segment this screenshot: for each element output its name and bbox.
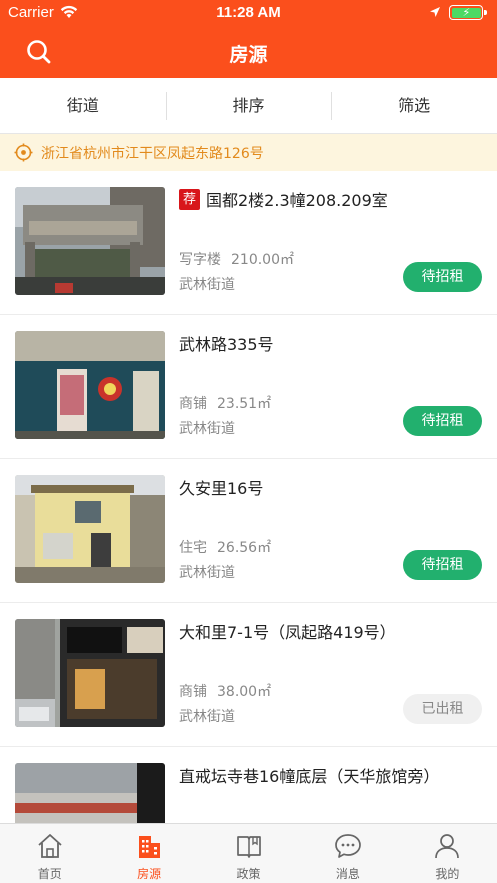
list-item[interactable]: 荐 国都2楼2.3幢208.209室 写字楼 210.00㎡ 武林街道 待招租 [0,171,497,315]
status-button[interactable]: 已出租 [403,694,482,724]
listing-street: 武林街道 [179,565,235,581]
listing-meta: 写字楼 210.00㎡ [179,249,294,269]
listing-type: 商铺 [179,396,207,412]
listing-title: 久安里16号 [179,475,263,499]
home-icon [38,834,62,858]
listing-meta: 住宅 26.56㎡ [179,537,271,557]
listing-title: 直戒坛寺巷16幢底层（天华旅馆旁） [179,763,439,787]
residence-photo [15,475,165,583]
listing-title: 荐 国都2楼2.3幢208.209室 [179,187,388,211]
tab-home[interactable]: 首页 [0,824,99,883]
status-button[interactable]: 待招租 [403,550,482,580]
tab-profile-label: 我的 [435,867,460,881]
tab-policy-label: 政策 [236,867,261,881]
listing-street: 武林街道 [179,421,235,437]
status-button[interactable]: 待招租 [403,406,482,436]
filter-sort[interactable]: 排序 [165,78,332,133]
listing-title-text: 武林路335号 [179,335,274,354]
filter-screen[interactable]: 筛选 [331,78,497,133]
listing-area: 38.00㎡ [217,684,272,700]
tab-home-label: 首页 [37,867,62,881]
listing-area: 26.56㎡ [217,540,272,556]
gate-photo [15,187,165,295]
listing-title-text: 国都2楼2.3幢208.209室 [206,191,388,210]
battery-icon: ⚡ [449,5,483,20]
page-title: 房源 [229,44,268,66]
list-item[interactable]: 久安里16号 住宅 26.56㎡ 武林街道 待招租 [0,459,497,603]
location-arrow-icon [430,7,440,17]
location-bar[interactable]: 浙江省杭州市江干区凤起东路126号 [0,134,497,171]
filter-bar: 街道 排序 筛选 [0,78,497,134]
tab-listings[interactable]: 房源 [99,824,198,883]
list-item[interactable]: 武林路335号 商铺 23.51㎡ 武林街道 待招租 [0,315,497,459]
status-bar: Carrier 11:28 AM ⚡ [0,0,497,26]
chat-icon [335,834,361,858]
listing-title-text: 直戒坛寺巷16幢底层（天华旅馆旁） [179,767,440,786]
listing-title-text: 久安里16号 [179,479,264,498]
current-address: 浙江省杭州市江干区凤起东路126号 [41,146,264,162]
listing-type: 住宅 [179,540,207,556]
tab-profile[interactable]: 我的 [398,824,497,883]
listing-meta: 商铺 38.00㎡ [179,681,271,701]
tab-listings-label: 房源 [137,867,162,881]
listing-title-text: 大和里7-1号（凤起路419号） [179,623,396,642]
filter-street[interactable]: 街道 [0,78,166,133]
tab-bar: 首页 房源 政策 消息 我的 [0,823,497,883]
listing-street: 武林街道 [179,277,235,293]
listing-area: 210.00㎡ [231,252,294,268]
book-icon [236,836,261,858]
listing-street: 武林街道 [179,709,235,725]
recommend-badge: 荐 [179,188,200,210]
battery-tip [484,10,487,15]
listing-title: 大和里7-1号（凤起路419号） [179,619,396,643]
listing-title: 武林路335号 [179,331,274,355]
listing-area: 23.51㎡ [217,396,272,412]
shopfront-photo [15,331,165,439]
listing-type: 商铺 [179,684,207,700]
list-item[interactable]: 大和里7-1号（凤起路419号） 商铺 38.00㎡ 武林街道 已出租 [0,603,497,747]
person-icon [435,834,460,859]
status-button[interactable]: 待招租 [403,262,482,292]
clock: 11:28 AM [216,4,281,21]
top-bar: Carrier 11:28 AM ⚡ 房源 [0,0,497,78]
locate-icon [14,143,33,162]
tab-messages[interactable]: 消息 [298,824,397,883]
restaurant-photo [15,619,165,727]
tab-policy[interactable]: 政策 [199,824,298,883]
listing-list: 荐 国都2楼2.3幢208.209室 写字楼 210.00㎡ 武林街道 待招租 武… [0,171,497,883]
listing-type: 写字楼 [179,252,221,268]
tab-messages-label: 消息 [335,867,360,881]
listing-meta: 商铺 23.51㎡ [179,393,271,413]
building-icon [139,836,161,858]
